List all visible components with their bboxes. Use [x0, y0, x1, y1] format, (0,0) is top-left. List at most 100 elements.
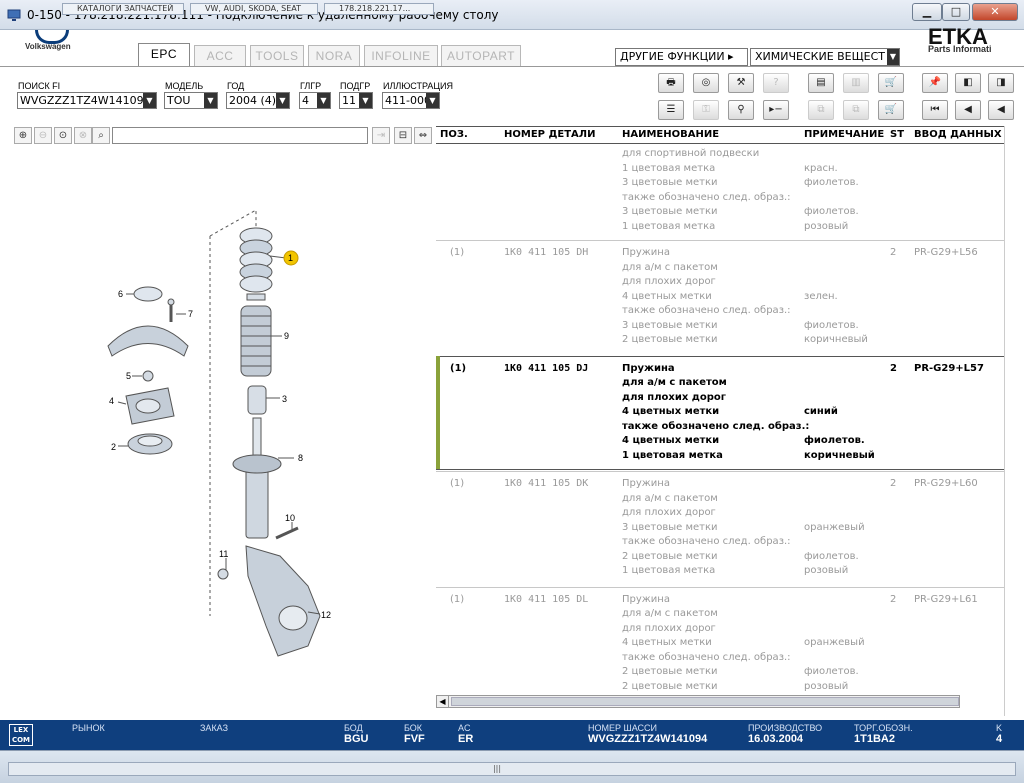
play-minus-icon[interactable]: ▸−: [763, 100, 789, 120]
scrollbar-thumb[interactable]: [451, 697, 959, 706]
cell-name: также обозначено след. образ.:: [622, 191, 791, 203]
scroll-left-icon[interactable]: ◀: [437, 696, 449, 707]
bok-label: БОК: [404, 723, 423, 733]
print-icon[interactable]: 🖶: [658, 73, 684, 93]
maximize-button[interactable]: □: [942, 3, 970, 21]
horizontal-scrollbar[interactable]: ◀: [436, 695, 960, 708]
cell-name: для плохих дорог: [622, 622, 716, 634]
cell-name: также обозначено след. образ.:: [622, 536, 791, 547]
cell-name: 1 цветовая метка: [622, 220, 716, 232]
cell-st: 2: [890, 247, 897, 258]
magnifier-icon[interactable]: ⌕: [92, 127, 110, 144]
cart-icon[interactable]: 🛒: [878, 100, 904, 120]
cell-pos: (1): [450, 478, 465, 489]
info-search-icon[interactable]: ?: [763, 73, 789, 93]
row-separator: [436, 240, 1004, 241]
chevron-down-icon: ▼: [359, 93, 372, 108]
cell-name: для плохих дорог: [622, 391, 726, 403]
col-st[interactable]: ST: [890, 129, 904, 140]
fi-select[interactable]: WVGZZZ1TZ4W14109 ▼: [17, 92, 157, 109]
cell-note: красн.: [804, 162, 838, 174]
taskbar-item[interactable]: VW, AUDI, SKODA, SEAT: [190, 3, 318, 15]
other-functions-button[interactable]: ДРУГИЕ ФУНКЦИИ ▸: [615, 48, 748, 66]
tab-nora[interactable]: NORA: [308, 45, 360, 66]
col-data-entry[interactable]: ВВОД ДАННЫХ П: [914, 129, 1013, 140]
tab-infoline[interactable]: INFOLINE: [364, 45, 438, 66]
row-separator: [436, 469, 1004, 470]
export-icon[interactable]: ⇥: [372, 127, 390, 144]
order-label: ЗАКАЗ: [200, 723, 229, 733]
taskbar-item[interactable]: 178.218.221.17...: [324, 3, 434, 15]
cell-note: розовый: [804, 565, 849, 576]
col-part-number[interactable]: НОМЕР ДЕТАЛИ: [504, 129, 595, 140]
boot-part: [240, 305, 272, 377]
cell-name: 4 цветных метки: [622, 435, 720, 446]
disc-icon[interactable]: ◎: [693, 73, 719, 93]
bike-icon[interactable]: ⚲: [728, 100, 754, 120]
model-select[interactable]: TOU ▼: [164, 92, 218, 109]
callout-5[interactable]: 5: [126, 371, 131, 381]
cell-name: 2 цветовые метки: [622, 666, 718, 677]
expand-icon[interactable]: ⇔: [414, 127, 432, 144]
scroll-grip-icon[interactable]: |||: [489, 764, 505, 774]
cell-note: фиолетов.: [804, 206, 859, 217]
tab-acc[interactable]: ACC: [194, 45, 246, 66]
pin-icon[interactable]: 📌: [922, 73, 948, 93]
tab-epc[interactable]: EPC: [138, 43, 190, 66]
callout-2[interactable]: 2: [111, 442, 116, 452]
chassis-label: НОМЕР ШАССИ: [588, 723, 658, 733]
model-label: МОДЕЛЬ: [165, 81, 204, 91]
taskbar-item[interactable]: КАТАЛОГИ ЗАПЧАСТЕЙ: [62, 3, 184, 15]
book-prev-icon[interactable]: ◧: [955, 73, 981, 93]
callout-10[interactable]: 10: [285, 513, 295, 523]
chemicals-select[interactable]: ХИМИЧЕСКИЕ ВЕЩЕСТ ▼: [750, 48, 900, 66]
bottom-scrollbar[interactable]: |||: [8, 762, 1016, 776]
callout-9[interactable]: 9: [284, 331, 289, 341]
zoom-fit-icon[interactable]: ⊙: [54, 127, 72, 144]
callout-3[interactable]: 3: [282, 394, 287, 404]
tools-icon[interactable]: ⚒: [728, 73, 754, 93]
main-group-select[interactable]: 4 ▼: [299, 92, 331, 109]
prev-page-icon[interactable]: ◀: [955, 100, 981, 120]
tab-tools[interactable]: TOOLS: [250, 45, 304, 66]
callout-6[interactable]: 6: [118, 289, 123, 299]
callout-12[interactable]: 12: [321, 610, 331, 620]
illustration-search-field[interactable]: [112, 127, 368, 144]
callout-4[interactable]: 4: [109, 396, 114, 406]
zoom-area-icon[interactable]: ⊗: [74, 127, 92, 144]
close-button[interactable]: ✕: [972, 3, 1018, 21]
back-icon[interactable]: ◀: [988, 100, 1014, 120]
col-pos[interactable]: ПОЗ.: [440, 129, 468, 140]
callout-7[interactable]: 7: [188, 309, 193, 319]
year-select[interactable]: 2004 (4) ▼: [226, 92, 290, 109]
col-note[interactable]: ПРИМЕЧАНИЕ: [804, 129, 884, 140]
key-icon[interactable]: ⚿: [693, 100, 719, 120]
elsa-icon[interactable]: ▤: [808, 73, 834, 93]
col-name[interactable]: НАИМЕНОВАНИЕ: [622, 129, 719, 140]
illustration-select[interactable]: 411-000 ▼: [382, 92, 440, 109]
cart-add-icon[interactable]: 🛒: [878, 73, 904, 93]
paste-icon[interactable]: ⧉: [843, 100, 869, 120]
sub-group-select[interactable]: 11 ▼: [339, 92, 373, 109]
chevron-down-icon: ▼: [276, 93, 289, 108]
callout-1[interactable]: 1: [288, 253, 293, 263]
cell-name: Пружина: [622, 478, 670, 489]
list-icon[interactable]: ☰: [658, 100, 684, 120]
cell-note: фиолетов.: [804, 550, 859, 562]
first-page-icon[interactable]: ⏮: [922, 100, 948, 120]
chemicals-value: ХИМИЧЕСКИЕ ВЕЩЕСТ: [755, 50, 886, 63]
copy-icon[interactable]: ⧉: [808, 100, 834, 120]
minimize-button[interactable]: ▁: [912, 3, 942, 21]
row-separator: [436, 471, 1004, 472]
callout-11[interactable]: 11: [219, 549, 228, 559]
tab-autopart[interactable]: AUTOPART: [441, 45, 521, 66]
split-view-icon[interactable]: ⊟: [394, 127, 412, 144]
extra-value: 4: [996, 733, 1003, 745]
depot-icon[interactable]: ▥: [843, 73, 869, 93]
zoom-in-icon[interactable]: ⊕: [14, 127, 32, 144]
zoom-out-icon[interactable]: ⊖: [34, 127, 52, 144]
book-next-icon[interactable]: ◨: [988, 73, 1014, 93]
callout-8[interactable]: 8: [298, 453, 303, 463]
cell-st: 2: [890, 478, 897, 489]
model-value: TOU: [167, 94, 191, 107]
